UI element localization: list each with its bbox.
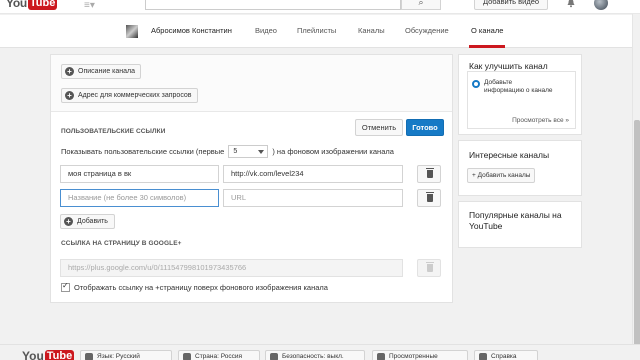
improve-channel-title: Как улучшить канал: [469, 61, 548, 71]
improve-tip-text: Добавьте информацию о канале: [484, 79, 553, 94]
google-plus-url-field: https://plus.google.com/u/0/111547998101…: [60, 259, 403, 277]
search-button[interactable]: ⌕: [401, 0, 441, 10]
progress-ring-icon: [472, 80, 480, 88]
trash-icon: [426, 262, 434, 272]
footer: You Tube Язык: Русский Страна: Россия Бе…: [0, 344, 640, 360]
links-count-select[interactable]: 5: [228, 145, 269, 158]
footer-logo[interactable]: You Tube: [22, 349, 75, 360]
logo-text-you: You: [6, 0, 27, 10]
add-channels-button[interactable]: + Добавить каналы: [467, 168, 536, 183]
business-email-label: Адрес для коммерческих запросов: [78, 92, 192, 99]
link-title-field[interactable]: моя страница в вк: [60, 165, 219, 183]
tab-about[interactable]: О канале: [471, 26, 503, 35]
search-icon: ⌕: [418, 0, 424, 7]
featured-channels-title: Интересные каналы: [469, 150, 550, 160]
language-button[interactable]: Язык: Русский: [80, 350, 172, 360]
show-links-suffix: ) на фоновом изображении канала: [272, 147, 394, 156]
channel-description-label: Описание канала: [78, 68, 135, 75]
show-google-link-label: Отображать ссылку на +страницу поверх фо…: [74, 283, 328, 292]
show-links-row: Показывать пользовательские ссылки (перв…: [61, 145, 394, 158]
globe-icon: [183, 353, 191, 360]
new-link-title-field[interactable]: Название (не более 30 символов): [60, 189, 219, 207]
remove-new-link-button[interactable]: [417, 189, 441, 207]
safety-label: Безопасность: выкл.: [282, 353, 344, 360]
show-google-link-row: Отображать ссылку на +страницу поверх фо…: [61, 281, 328, 292]
tab-channels[interactable]: Каналы: [358, 26, 385, 35]
footer-logo-tube: Tube: [44, 349, 75, 360]
tab-playlists[interactable]: Плейлисты: [297, 26, 336, 35]
cancel-button[interactable]: Отменить: [355, 119, 403, 136]
help-icon: [479, 353, 487, 360]
show-google-link-checkbox[interactable]: [61, 281, 70, 292]
featured-channels-card: Интересные каналы + Добавить каналы: [458, 140, 582, 196]
channel-nav: Абросимов Константин Видео Плейлисты Кан…: [0, 15, 640, 48]
safety-button[interactable]: Безопасность: выкл.: [265, 350, 365, 360]
plus-icon: +: [65, 67, 74, 76]
active-tab-indicator: [469, 45, 505, 48]
new-link-url-field[interactable]: URL: [223, 189, 403, 207]
guide-menu-icon[interactable]: ≡▾: [84, 0, 95, 11]
see-all-link[interactable]: Просмотреть все »: [512, 117, 569, 124]
country-label: Страна: Россия: [195, 353, 243, 360]
links-count-value: 5: [233, 148, 238, 155]
account-avatar[interactable]: [594, 0, 608, 10]
help-label: Справка: [491, 353, 517, 360]
google-plus-title: ССЫЛКА НА СТРАНИЦУ В GOOGLE+: [61, 240, 182, 247]
channel-name[interactable]: Абросимов Константин: [151, 26, 232, 35]
improve-channel-card: Как улучшить канал Добавьте информацию о…: [458, 54, 582, 135]
trash-icon: [426, 168, 434, 178]
history-icon: [377, 353, 385, 360]
shield-icon: [270, 353, 278, 360]
business-email-button[interactable]: + Адрес для коммерческих запросов: [61, 88, 198, 103]
plus-icon: +: [64, 217, 73, 226]
language-label: Язык: Русский: [97, 353, 140, 360]
history-button[interactable]: Просмотренные: [372, 350, 468, 360]
channel-avatar[interactable]: [126, 25, 138, 38]
remove-google-link-button: [417, 259, 441, 277]
scrollbar-thumb[interactable]: [634, 120, 640, 360]
chevron-down-icon: [258, 150, 265, 154]
search-input[interactable]: [145, 0, 401, 10]
popular-channels-card: Популярные каналы на YouTube: [458, 201, 582, 248]
youtube-logo[interactable]: You Tube: [6, 0, 58, 10]
tab-discussion[interactable]: Обсуждение: [405, 26, 449, 35]
footer-logo-you: You: [22, 349, 44, 360]
custom-links-title: ПОЛЬЗОВАТЕЛЬСКИЕ ССЫЛКИ: [61, 128, 166, 135]
language-icon: [85, 353, 93, 360]
top-bar: You Tube ≡▾ ⌕ Добавить видео: [0, 0, 640, 14]
about-buttons-area: + Описание канала + Адрес для коммерческ…: [51, 55, 452, 112]
help-button[interactable]: Справка: [474, 350, 538, 360]
country-button[interactable]: Страна: Россия: [178, 350, 260, 360]
history-label: Просмотренные: [389, 353, 438, 360]
improve-tip-box[interactable]: Добавьте информацию о канале Просмотреть…: [467, 71, 576, 129]
plus-icon: +: [65, 91, 74, 100]
page-scrollbar[interactable]: [632, 14, 640, 360]
popular-channels-title[interactable]: Популярные каналы на YouTube: [469, 210, 579, 232]
add-link-label: Добавить: [77, 218, 108, 225]
about-editor-card: + Описание канала + Адрес для коммерческ…: [50, 54, 453, 303]
trash-icon: [426, 192, 434, 202]
remove-link-button[interactable]: [417, 165, 441, 183]
link-url-field[interactable]: http://vk.com/level234: [223, 165, 403, 183]
show-links-prefix: Показывать пользовательские ссылки (перв…: [61, 147, 225, 156]
bell-icon[interactable]: [566, 0, 576, 8]
logo-text-tube: Tube: [27, 0, 58, 10]
add-link-button[interactable]: + Добавить: [60, 214, 115, 229]
done-button[interactable]: Готово: [406, 119, 444, 136]
upload-video-button[interactable]: Добавить видео: [474, 0, 548, 10]
channel-description-button[interactable]: + Описание канала: [61, 64, 141, 79]
tab-videos[interactable]: Видео: [255, 26, 277, 35]
